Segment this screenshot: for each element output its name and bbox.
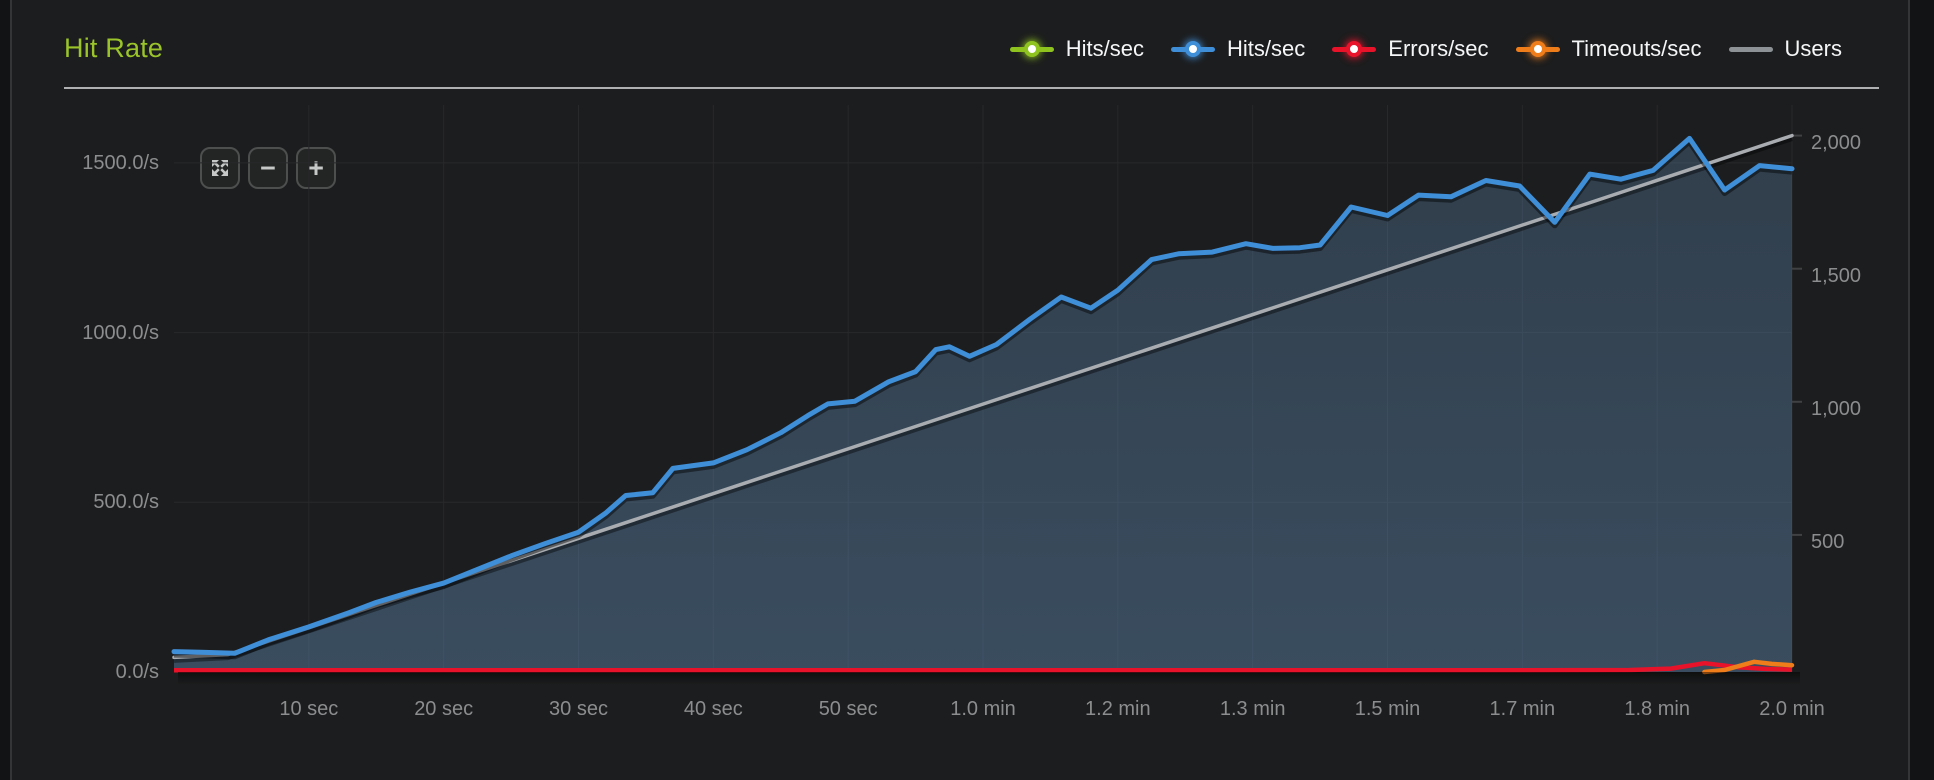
x-axis-tick-label: 1.5 min	[1318, 697, 1458, 721]
chart-plot-area[interactable]	[174, 105, 1792, 672]
legend-dot-icon	[1185, 41, 1201, 57]
x-axis-tick-label: 1.3 min	[1183, 697, 1323, 721]
legend-line-dot-icon	[1010, 47, 1054, 52]
legend-item-timeouts-sec-3[interactable]: Timeouts/sec	[1516, 38, 1702, 60]
x-axis-tick-label: 20 sec	[374, 697, 514, 721]
x-axis-tick-label: 10 sec	[239, 697, 379, 721]
x-axis-tick-label: 1.7 min	[1452, 697, 1592, 721]
legend-item-label: Hits/sec	[1066, 38, 1144, 60]
legend-item-hits-sec-0[interactable]: Hits/sec	[1010, 38, 1144, 60]
panel-left-border	[10, 0, 12, 780]
y-axis-left-tick-label: 500.0/s	[41, 490, 159, 514]
panel-right-border	[1908, 0, 1910, 780]
page-title[interactable]: Hit Rate	[64, 33, 163, 63]
legend-item-hits-sec-1[interactable]: Hits/sec	[1171, 38, 1305, 60]
y-axis-left-tick-label: 1500.0/s	[41, 151, 159, 175]
legend-dot-icon	[1530, 41, 1546, 57]
chart-legend: Hits/sec Hits/sec Errors/sec Timeouts/sec Us…	[1010, 34, 1842, 64]
legend-line-dot-icon	[1171, 47, 1215, 52]
legend-dot-icon	[1024, 41, 1040, 57]
x-axis-tick-label: 1.2 min	[1048, 697, 1188, 721]
y-axis-right-tick-label: 2,000	[1811, 131, 1911, 155]
legend-item-label: Hits/sec	[1227, 38, 1305, 60]
y-axis-left-tick-label: 1000.0/s	[41, 321, 159, 345]
legend-item-errors-sec-2[interactable]: Errors/sec	[1332, 38, 1488, 60]
legend-line-dot-icon	[1332, 47, 1376, 52]
x-axis-tick-label: 1.0 min	[913, 697, 1053, 721]
hit-rate-panel: Hit Rate Hits/sec Hits/sec Errors/sec Timeo…	[11, 0, 1908, 780]
plot-bottom-shadow	[178, 672, 1800, 685]
x-axis-tick-label: 2.0 min	[1722, 697, 1862, 721]
x-axis-tick-label: 40 sec	[643, 697, 783, 721]
x-axis-tick-label: 50 sec	[778, 697, 918, 721]
legend-dot-icon	[1346, 41, 1362, 57]
y-axis-right-tick-label: 1,000	[1811, 397, 1911, 421]
legend-line-dot-icon	[1516, 47, 1560, 52]
legend-item-label: Timeouts/sec	[1572, 38, 1702, 60]
y-axis-right-tick-label: 500	[1811, 530, 1911, 554]
legend-item-label: Users	[1785, 38, 1842, 60]
legend-line-icon	[1729, 47, 1773, 52]
x-axis-tick-label: 30 sec	[509, 697, 649, 721]
header-divider	[64, 87, 1879, 89]
y-axis-left-tick-label: 0.0/s	[41, 660, 159, 684]
legend-item-users-4[interactable]: Users	[1729, 38, 1842, 60]
legend-item-label: Errors/sec	[1388, 38, 1488, 60]
x-axis-tick-label: 1.8 min	[1587, 697, 1727, 721]
y-axis-right-tick-label: 1,500	[1811, 264, 1911, 288]
